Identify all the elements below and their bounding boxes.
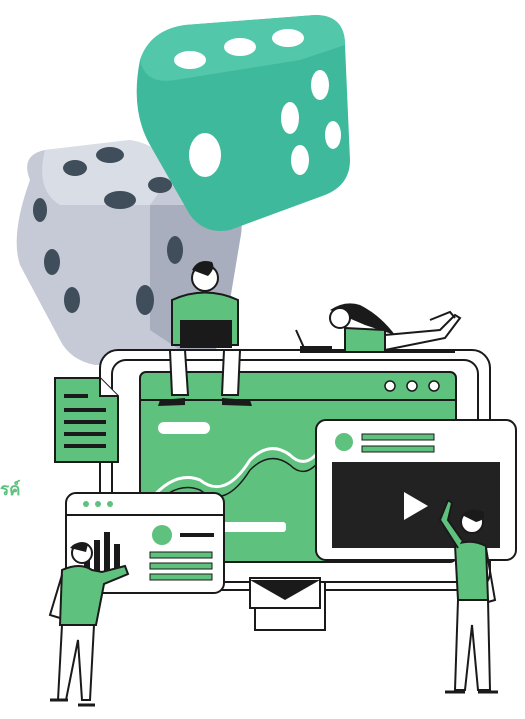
- illustration-svg: [16, 15, 517, 707]
- side-heading-text: รค์: [0, 480, 21, 500]
- video-window: [315, 419, 517, 561]
- illustration: [0, 0, 525, 715]
- document-icon: [54, 377, 119, 463]
- person-lying: [295, 303, 462, 353]
